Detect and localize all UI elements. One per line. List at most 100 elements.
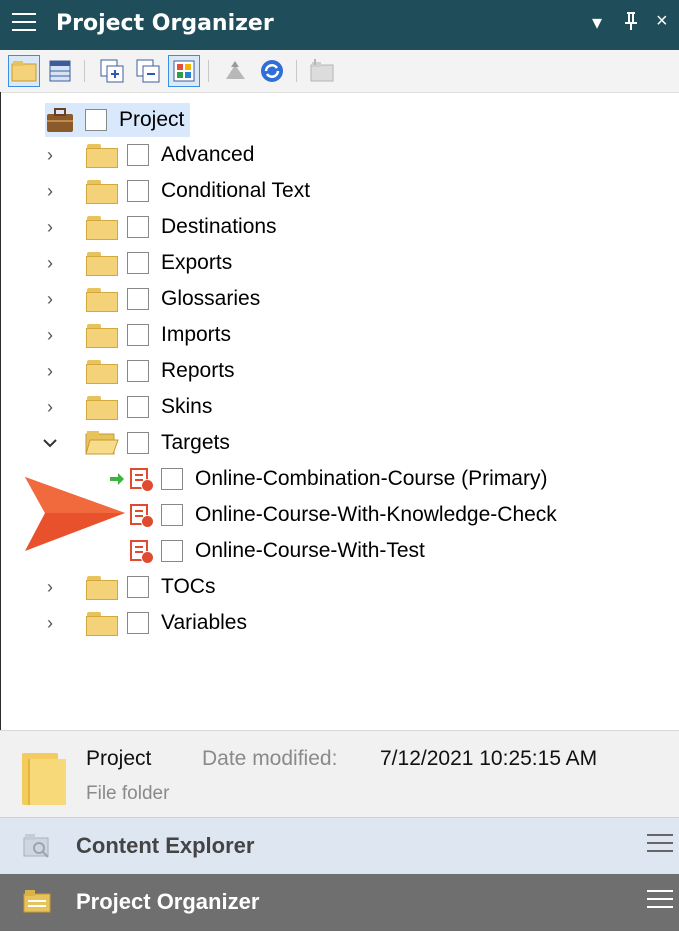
tree-item-label: Skins (161, 395, 213, 418)
tree-item-label: Reports (161, 359, 235, 382)
checkbox[interactable] (127, 252, 149, 274)
collapse-all-button[interactable] (132, 55, 164, 87)
toolbar-separator (84, 60, 85, 82)
folder-view-icon (11, 61, 37, 82)
tree-item-target-knowledge-check[interactable]: Online-Course-With-Knowledge-Check (129, 498, 557, 532)
detail-type: File folder (86, 783, 170, 804)
panel-tab-content-explorer[interactable]: Content Explorer (0, 817, 679, 874)
chevron-right-icon[interactable]: › (41, 289, 59, 309)
checkbox[interactable] (127, 180, 149, 202)
checkbox[interactable] (127, 216, 149, 238)
expand-all-icon (100, 59, 124, 83)
content-explorer-icon (23, 834, 49, 858)
chevron-right-icon[interactable]: › (41, 181, 59, 201)
window-title: Project Organizer (56, 11, 274, 36)
chevron-right-icon[interactable]: › (41, 577, 59, 597)
checkbox[interactable] (127, 144, 149, 166)
menu-icon[interactable] (12, 13, 36, 35)
checkbox[interactable] (127, 324, 149, 346)
tree-root-project[interactable]: Project (45, 103, 191, 137)
tree-item-label: Conditional Text (161, 179, 311, 202)
folder-icon (85, 178, 119, 204)
tree-item-label: Glossaries (161, 287, 261, 310)
tree-item-label: TOCs (161, 575, 216, 598)
toolbar (0, 50, 679, 93)
tree-item-reports[interactable]: › Reports (41, 354, 235, 388)
chevron-right-icon[interactable]: › (41, 361, 59, 381)
new-item-button[interactable] (306, 55, 338, 87)
folder-icon (85, 142, 119, 168)
color-grid-icon (173, 60, 195, 82)
chevron-right-icon[interactable]: › (41, 613, 59, 633)
tree-item-label: Project (119, 108, 185, 131)
pin-icon[interactable] (624, 10, 638, 38)
close-icon[interactable]: × (656, 10, 668, 33)
tree-item-glossaries[interactable]: › Glossaries (41, 282, 260, 316)
large-folder-icon (22, 753, 66, 805)
tree-item-target-primary[interactable]: Online-Combination-Course (Primary) (109, 462, 547, 496)
folder-icon (85, 574, 119, 600)
chevron-right-icon[interactable]: › (41, 217, 59, 237)
tree-item-label: Online-Course-With-Test (195, 539, 425, 562)
tree-item-label: Destinations (161, 215, 277, 238)
panel-menu-icon[interactable] (647, 834, 673, 856)
tree-item-exports[interactable]: › Exports (41, 246, 232, 280)
tree-item-label: Online-Combination-Course (Primary) (195, 467, 548, 490)
folder-view-button[interactable] (8, 55, 40, 87)
table-view-button[interactable] (44, 55, 76, 87)
checkbox[interactable] (127, 288, 149, 310)
dropdown-icon[interactable]: ▾ (592, 10, 602, 35)
tree-item-label: Exports (161, 251, 233, 274)
target-icon (129, 539, 154, 564)
folder-icon (85, 322, 119, 348)
folder-icon (85, 250, 119, 276)
checkbox[interactable] (127, 612, 149, 634)
tree-item-advanced[interactable]: › Advanced (41, 138, 254, 172)
tree-item-conditional-text[interactable]: › Conditional Text (41, 174, 310, 208)
chevron-right-icon[interactable]: › (41, 397, 59, 417)
new-item-icon (310, 59, 334, 82)
build-button[interactable] (220, 55, 252, 87)
expand-all-button[interactable] (96, 55, 128, 87)
panel-tab-project-organizer[interactable]: Project Organizer (0, 874, 679, 931)
color-grid-button[interactable] (168, 55, 200, 87)
refresh-icon (261, 60, 283, 82)
tree-item-targets[interactable]: Targets (41, 426, 230, 460)
checkbox[interactable] (161, 504, 183, 526)
details-pane: Project Date modified: 7/12/2021 10:25:1… (0, 730, 679, 817)
folder-icon (85, 286, 119, 312)
checkbox[interactable] (85, 109, 107, 131)
briefcase-icon (47, 108, 73, 132)
tree-item-imports[interactable]: › Imports (41, 318, 231, 352)
checkbox[interactable] (161, 468, 183, 490)
target-icon (129, 467, 154, 492)
tree-item-tocs[interactable]: › TOCs (41, 570, 215, 604)
checkbox[interactable] (127, 576, 149, 598)
checkbox[interactable] (127, 432, 149, 454)
project-organizer-icon (23, 890, 51, 913)
project-tree: Project › Advanced › Conditional Text › … (0, 92, 679, 730)
tree-item-target-test[interactable]: Online-Course-With-Test (129, 534, 425, 568)
tree-item-variables[interactable]: › Variables (41, 606, 247, 640)
build-icon (226, 61, 245, 79)
panel-menu-icon[interactable] (647, 890, 673, 912)
checkbox[interactable] (127, 360, 149, 382)
tree-item-label: Online-Course-With-Knowledge-Check (195, 503, 557, 526)
date-modified-label: Date modified: (202, 747, 338, 770)
chevron-right-icon[interactable]: › (41, 145, 59, 165)
tree-item-destinations[interactable]: › Destinations (41, 210, 277, 244)
refresh-button[interactable] (256, 55, 288, 87)
detail-name: Project (86, 747, 152, 770)
folder-icon (85, 394, 119, 420)
chevron-right-icon[interactable]: › (41, 253, 59, 273)
chevron-right-icon[interactable]: › (41, 325, 59, 345)
open-folder-icon (85, 431, 119, 455)
panel-tab-label: Project Organizer (76, 889, 260, 914)
tree-item-skins[interactable]: › Skins (41, 390, 212, 424)
chevron-down-icon[interactable] (41, 434, 59, 452)
checkbox[interactable] (161, 540, 183, 562)
panel-tab-label: Content Explorer (76, 833, 255, 858)
folder-icon (85, 358, 119, 384)
checkbox[interactable] (127, 396, 149, 418)
tree-item-label: Targets (161, 431, 230, 454)
